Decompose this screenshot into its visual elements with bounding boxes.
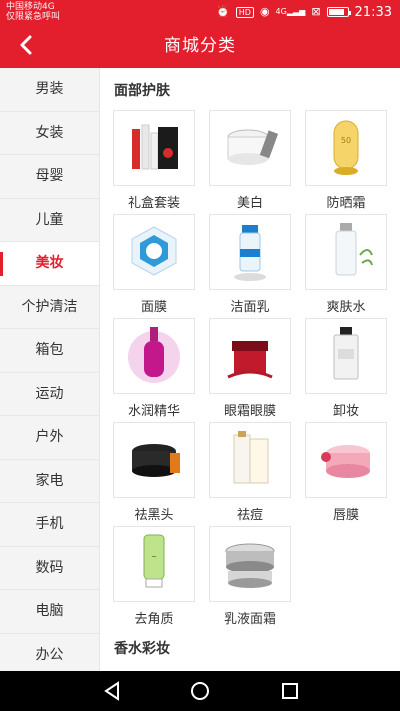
subcategory-label: 去角质	[134, 612, 174, 627]
section-title-skincare: 面部护肤	[114, 83, 170, 99]
sidebar-item-0[interactable]: 男装	[0, 68, 99, 112]
sidebar-item-12[interactable]: 电脑	[0, 590, 99, 634]
subcategory-grid: 礼盒套装 美白 50 防晒霜面膜 洁面乳 爽肤水水润精华 眼霜眼膜 卸妆祛黑头 祛痘 唇膜 ~ 去角质…	[112, 110, 397, 630]
hd-badge: HD	[235, 6, 254, 18]
subcategory-tile[interactable]: 美白	[208, 110, 292, 214]
subcategory-label: 礼盒套装	[127, 196, 180, 211]
page-title: 商城分类	[164, 36, 236, 56]
section-title-fragrance-makeup: 香水彩妆	[114, 641, 170, 657]
sidebar-item-8[interactable]: 户外	[0, 416, 99, 460]
subcategory-label: 卸妆	[332, 404, 359, 419]
subcategory-label: 防晒霜	[326, 196, 366, 211]
subcategory-tile[interactable]: 洁面乳	[208, 214, 292, 318]
subcategory-tile[interactable]: 眼霜眼膜	[208, 318, 292, 422]
lotion-cream-icon	[209, 526, 291, 602]
carrier-name: 中国移动4G	[6, 2, 55, 12]
sidebar-item-6[interactable]: 箱包	[0, 329, 99, 373]
sidebar-item-11[interactable]: 数码	[0, 547, 99, 590]
nav-recent-icon[interactable]	[278, 679, 302, 703]
subcategory-label: 祛黑头	[134, 508, 174, 523]
sidebar-item-10[interactable]: 手机	[0, 503, 99, 547]
status-icons: ⏰ HD ◉ 4G▂▃▅ ⊠ 21:33	[216, 4, 392, 20]
subcategory-label: 眼霜眼膜	[223, 404, 276, 419]
lip-mask-icon	[305, 422, 387, 498]
svg-text:~: ~	[151, 553, 157, 561]
sidebar-item-5[interactable]: 个护清洁	[0, 286, 99, 329]
subcategory-label: 唇膜	[332, 508, 359, 523]
exfoliator-icon: ~	[113, 526, 195, 602]
toner-icon	[305, 214, 387, 290]
signal-icon: 4G▂▃▅	[275, 7, 306, 16]
subcategory-tile[interactable]: 乳液面霜	[208, 526, 292, 630]
eye-cream-icon	[209, 318, 291, 394]
category-sidebar: 男装 女装 母婴 儿童 美妆 个护清洁 箱包 运动 户外 家电 手机 数码 电脑 办公	[0, 68, 100, 671]
subcategory-label: 爽肤水	[326, 300, 366, 315]
alarm-icon: ⏰	[216, 5, 230, 18]
no-sim-icon: ⊠	[311, 5, 321, 18]
subcategory-label: 面膜	[140, 300, 167, 315]
subcategory-tile[interactable]: 爽肤水	[304, 214, 388, 318]
sidebar-item-3[interactable]: 儿童	[0, 199, 99, 242]
sunscreen-icon: 50	[305, 110, 387, 186]
subcategory-tile[interactable]: 祛痘	[208, 422, 292, 526]
makeup-remover-icon	[305, 318, 387, 394]
sidebar-item-2[interactable]: 母婴	[0, 155, 99, 199]
blackhead-remover-icon	[113, 422, 195, 498]
subcategory-tile[interactable]: 面膜	[112, 214, 196, 318]
status-bar: 中国移动4G 仅限紧急呼叫 ⏰ HD ◉ 4G▂▃▅ ⊠ 21:33	[0, 0, 400, 24]
subcategory-tile[interactable]: 卸妆	[304, 318, 388, 422]
serum-icon	[113, 318, 195, 394]
subcategory-tile[interactable]: 50 防晒霜	[304, 110, 388, 214]
nav-home-icon[interactable]	[188, 679, 212, 703]
subcategory-label: 美白	[236, 196, 263, 211]
subcategory-tile[interactable]: ~ 去角质	[112, 526, 196, 630]
subcategory-tile[interactable]: 祛黑头	[112, 422, 196, 526]
nav-back-icon[interactable]	[100, 679, 124, 703]
subcategory-label: 水润精华	[127, 404, 180, 419]
carrier-info: 中国移动4G 仅限紧急呼叫	[6, 2, 60, 22]
sidebar-item-7[interactable]: 运动	[0, 373, 99, 416]
subcategory-tile[interactable]: 水润精华	[112, 318, 196, 422]
face-mask-icon	[113, 214, 195, 290]
acne-treatment-icon	[209, 422, 291, 498]
sidebar-item-4[interactable]: 美妆	[0, 242, 99, 286]
sidebar-item-1[interactable]: 女装	[0, 112, 99, 155]
sidebar-item-9[interactable]: 家电	[0, 460, 99, 503]
system-nav-bar	[0, 671, 400, 711]
subcategory-label: 洁面乳	[230, 300, 270, 315]
header: 商城分类	[0, 24, 400, 68]
battery-icon	[326, 7, 351, 17]
gift-set-icon	[113, 110, 195, 186]
subcategory-label: 祛痘	[236, 508, 263, 523]
subcategory-panel: 面部护肤 礼盒套装 美白 50 防晒霜面膜 洁面乳 爽肤水水润精华 眼霜眼膜 卸妆祛黑头 祛痘 唇…	[100, 68, 400, 671]
cleanser-icon	[209, 214, 291, 290]
clock: 21:33	[354, 4, 392, 20]
subcategory-label: 乳液面霜	[223, 612, 276, 627]
carrier-status: 仅限紧急呼叫	[6, 12, 61, 22]
whitening-cream-icon	[209, 110, 291, 186]
sidebar-item-13[interactable]: 办公	[0, 634, 99, 672]
subcategory-tile[interactable]: 唇膜	[304, 422, 388, 526]
subcategory-tile[interactable]: 礼盒套装	[112, 110, 196, 214]
eye-icon: ◉	[259, 5, 270, 18]
svg-text:50: 50	[341, 136, 351, 145]
